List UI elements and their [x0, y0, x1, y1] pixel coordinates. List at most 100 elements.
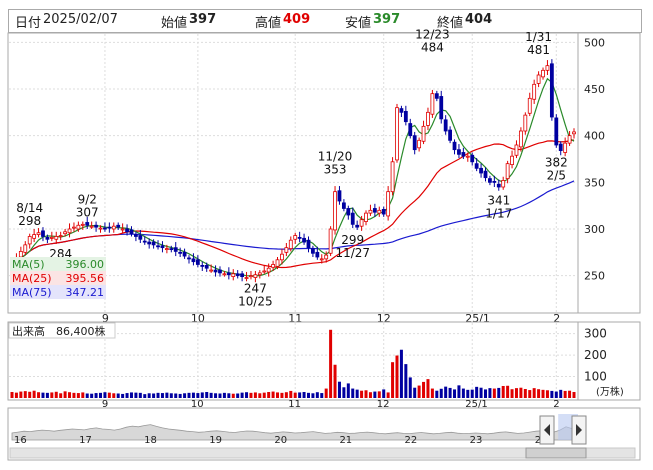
volume-title: 出来高	[12, 324, 45, 338]
candle-body	[518, 130, 523, 148]
volume-bar	[306, 392, 310, 398]
candle-body	[452, 141, 457, 151]
price-annotation: 484	[421, 40, 444, 54]
candle-body	[390, 161, 395, 193]
candle-body	[271, 264, 275, 268]
volume-bar	[32, 390, 36, 398]
price-annotation: 247	[244, 281, 267, 295]
volume-bar	[23, 391, 27, 398]
candle-body	[439, 96, 444, 120]
price-annotation: 8/14	[16, 201, 43, 215]
scroll-right-button[interactable]	[571, 415, 587, 445]
candle-body	[45, 236, 50, 240]
candle-body	[67, 228, 72, 234]
candle-body	[302, 237, 306, 243]
volume-bar	[103, 392, 107, 398]
price-annotation: 11/27	[335, 246, 370, 260]
candle-body	[80, 223, 85, 226]
scroll-thumb[interactable]	[525, 447, 587, 459]
volume-bar	[138, 392, 142, 398]
volume-bar	[178, 393, 182, 398]
volume-bar	[152, 393, 156, 398]
candle-body	[156, 245, 160, 248]
candle-body	[240, 273, 245, 277]
candle-body	[457, 149, 461, 155]
volume-bar	[76, 393, 80, 398]
volume-bar	[125, 393, 129, 398]
volume-bar	[333, 364, 337, 398]
candle-body	[120, 228, 125, 231]
volume-latest: 86,400株	[56, 324, 106, 338]
candle-body	[412, 135, 417, 151]
scroll-left-button[interactable]	[539, 415, 555, 445]
candle-body	[514, 144, 519, 156]
volume-bar	[271, 391, 275, 398]
candle-body	[262, 270, 267, 273]
candle-body	[448, 129, 452, 141]
volume-bar	[320, 393, 324, 398]
candle-body	[465, 155, 470, 158]
price-annotation: 481	[527, 43, 550, 57]
volume-bar	[214, 393, 218, 398]
volume-bar	[541, 389, 545, 398]
price-annotation: 2/5	[547, 168, 566, 182]
candle-body	[182, 251, 187, 257]
volume-bar	[324, 388, 328, 398]
candle-body	[138, 235, 143, 240]
candle-body	[244, 277, 249, 279]
volume-bar	[94, 393, 98, 398]
candle-body	[426, 111, 430, 126]
price-tick-label: 300	[584, 223, 605, 236]
candle-body	[195, 259, 200, 265]
volume-bar	[72, 392, 76, 398]
volume-bar	[377, 391, 381, 398]
volume-bar	[563, 390, 567, 398]
volume-bar	[200, 392, 204, 398]
year-tick-label: 16	[14, 435, 27, 446]
candle-body	[337, 190, 342, 202]
candle-body	[27, 236, 32, 245]
volume-bar	[368, 392, 372, 398]
candle-body	[204, 264, 209, 269]
candle-body	[434, 93, 439, 99]
price-annotation: 353	[324, 163, 347, 177]
volume-bar	[280, 392, 284, 398]
volume-tick-label: 100	[584, 370, 607, 384]
volume-bar	[408, 377, 412, 398]
volume-bar	[351, 388, 355, 398]
volume-bar	[227, 393, 231, 398]
volume-bar	[276, 392, 280, 398]
year-tick-label: 23	[470, 435, 483, 446]
candle-body	[147, 241, 152, 245]
candle-body	[306, 239, 311, 249]
candle-body	[164, 248, 169, 251]
candle-body	[377, 209, 382, 214]
candle-body	[541, 69, 545, 78]
candle-body	[527, 97, 532, 114]
volume-bar	[550, 390, 554, 398]
candle-body	[249, 275, 253, 278]
volume-bar	[514, 388, 518, 398]
volume-bar	[329, 329, 333, 398]
candle-body	[200, 264, 205, 267]
candle-body	[160, 245, 165, 249]
candle-body	[381, 208, 386, 215]
volume-bar	[196, 393, 200, 398]
candle-body	[572, 131, 576, 135]
volume-bar	[532, 388, 536, 398]
candle-body	[89, 225, 94, 228]
volume-bar	[382, 389, 386, 398]
volume-bar	[355, 389, 359, 398]
volume-bar	[165, 392, 169, 398]
candle-body	[443, 119, 448, 132]
candle-body	[169, 248, 174, 251]
volume-bar	[37, 392, 41, 398]
volume-bar	[461, 388, 465, 398]
volume-bar	[63, 391, 67, 398]
price-annotation: 9/2	[78, 192, 97, 206]
volume-bar	[28, 391, 32, 398]
volume-bar	[413, 387, 417, 398]
candle-body	[41, 230, 45, 237]
candle-body	[218, 269, 222, 274]
volume-bar	[519, 387, 523, 398]
